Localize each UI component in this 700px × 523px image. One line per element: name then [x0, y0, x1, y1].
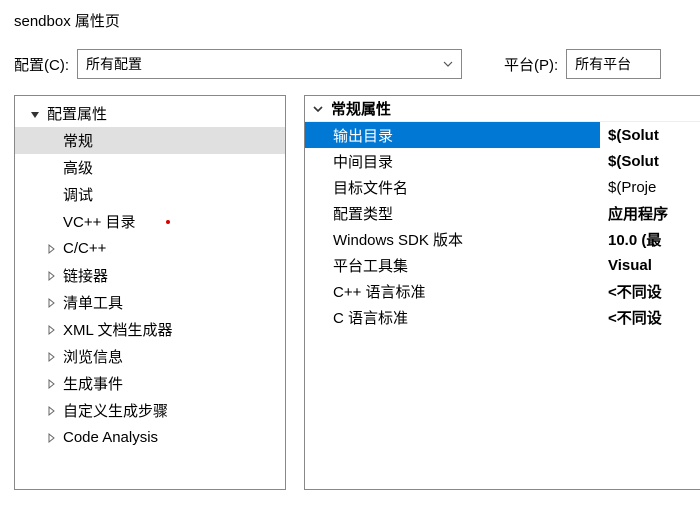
tree-root-label: 配置属性 [47, 103, 107, 124]
chevron-expanded-icon [311, 102, 325, 116]
tree-item[interactable]: 链接器 [15, 262, 285, 289]
property-value[interactable]: $(Proje [600, 174, 700, 200]
property-label: 平台工具集 [305, 252, 600, 278]
property-label: C++ 语言标准 [305, 278, 600, 304]
chevron-down-icon [443, 61, 453, 67]
property-row[interactable]: Windows SDK 版本10.0 (最 [305, 226, 700, 252]
property-label: 配置类型 [305, 200, 600, 226]
props-panel: 常规属性 输出目录$(Solut中间目录$(Solut目标文件名$(Proje配… [304, 95, 700, 490]
property-value[interactable]: <不同设 [600, 278, 700, 304]
tree-item-label: Code Analysis [63, 429, 158, 446]
property-label: 输出目录 [305, 122, 600, 148]
toolbar: 配置(C): 所有配置 平台(P): 所有平台 [0, 49, 700, 89]
tree-item-label: 清单工具 [63, 292, 123, 313]
tree-item-label: C/C++ [63, 240, 106, 257]
arrow-collapsed-icon [45, 432, 57, 444]
property-value[interactable]: $(Solut [600, 122, 700, 148]
tree-item-label: 调试 [63, 184, 93, 205]
platform-dropdown[interactable]: 所有平台 [566, 49, 661, 79]
tree-item-label: 常规 [63, 130, 93, 151]
platform-dropdown-value: 所有平台 [575, 54, 631, 74]
property-row[interactable]: 输出目录$(Solut [305, 122, 700, 148]
arrow-collapsed-icon [45, 351, 57, 363]
tree-item[interactable]: 调试 [15, 181, 285, 208]
tree-item[interactable]: 自定义生成步骤 [15, 397, 285, 424]
property-value[interactable]: Visual [600, 252, 700, 278]
property-label: Windows SDK 版本 [305, 226, 600, 252]
property-row[interactable]: 平台工具集Visual [305, 252, 700, 278]
tree-item-label: VC++ 目录 [63, 211, 136, 232]
arrow-collapsed-icon [45, 243, 57, 255]
window-title: sendbox 属性页 [0, 0, 700, 49]
tree-panel: 配置属性 常规高级调试 VC++ 目录 C/C++ 链接器清单工具 XML 文档生成器浏… [14, 95, 286, 490]
arrow-collapsed-icon [45, 378, 57, 390]
group-header[interactable]: 常规属性 [305, 96, 700, 122]
tree-item[interactable]: C/C++ [15, 235, 285, 262]
property-row[interactable]: C 语言标准<不同设 [305, 304, 700, 330]
config-dropdown-value: 所有配置 [86, 54, 142, 74]
config-dropdown[interactable]: 所有配置 [77, 49, 462, 79]
arrow-collapsed-icon [45, 324, 57, 336]
property-label: 目标文件名 [305, 174, 600, 200]
tree-root[interactable]: 配置属性 [15, 100, 285, 127]
tree-item-label: 链接器 [63, 265, 108, 286]
platform-label: 平台(P): [504, 54, 558, 75]
tree-item-label: 高级 [63, 157, 93, 178]
arrow-collapsed-icon [45, 405, 57, 417]
property-value[interactable]: 10.0 (最 [600, 226, 700, 252]
property-value[interactable]: 应用程序 [600, 200, 700, 226]
change-marker-icon [166, 220, 170, 224]
tree-item[interactable]: 高级 [15, 154, 285, 181]
property-label: 中间目录 [305, 148, 600, 174]
property-value[interactable]: <不同设 [600, 304, 700, 330]
tree-item[interactable]: 清单工具 [15, 289, 285, 316]
group-label: 常规属性 [331, 98, 391, 119]
property-row[interactable]: 配置类型应用程序 [305, 200, 700, 226]
arrow-expanded-icon [29, 108, 41, 120]
tree-item-label: XML 文档生成器 [63, 319, 172, 340]
tree-item[interactable]: 生成事件 [15, 370, 285, 397]
arrow-collapsed-icon [45, 297, 57, 309]
tree-item[interactable]: Code Analysis [15, 424, 285, 451]
property-row[interactable]: 目标文件名$(Proje [305, 174, 700, 200]
tree-item[interactable]: XML 文档生成器 [15, 316, 285, 343]
tree-item[interactable]: 浏览信息 [15, 343, 285, 370]
tree-item-label: 浏览信息 [63, 346, 123, 367]
property-row[interactable]: C++ 语言标准<不同设 [305, 278, 700, 304]
property-value[interactable]: $(Solut [600, 148, 700, 174]
tree-item-label: 生成事件 [63, 373, 123, 394]
config-label: 配置(C): [14, 54, 69, 75]
tree-item[interactable]: 常规 [15, 127, 285, 154]
property-row[interactable]: 中间目录$(Solut [305, 148, 700, 174]
arrow-collapsed-icon [45, 270, 57, 282]
tree-item[interactable]: VC++ 目录 [15, 208, 285, 235]
tree-item-label: 自定义生成步骤 [63, 400, 168, 421]
property-label: C 语言标准 [305, 304, 600, 330]
main: 配置属性 常规高级调试 VC++ 目录 C/C++ 链接器清单工具 XML 文档生成器浏… [0, 89, 700, 490]
